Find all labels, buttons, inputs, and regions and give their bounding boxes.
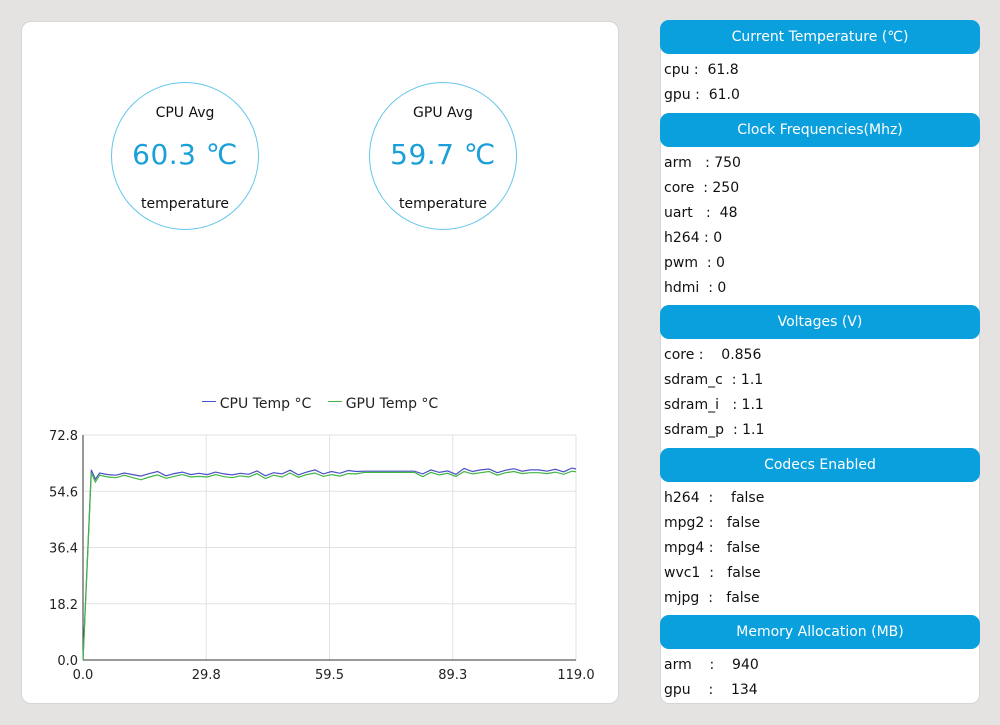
stat-row: sdram_p : 1.1 [664,422,765,438]
y-tick-label: 0.0 [57,654,78,669]
x-tick-label: 59.5 [315,668,344,683]
stat-row: core : 0.856 [664,347,762,363]
stat-row: mpg2 : false [664,514,761,531]
stat-row: gpu : 134 [664,682,758,698]
temperature-line-chart: 0.0 18.2 36.4 54.6 72.8 0.0 29.8 59.5 89.3 119.0 [49,429,595,683]
stat-row: core : 250 [664,179,740,196]
stat-row: h264 : 0 [664,229,723,246]
stat-row: arm : 750 [664,154,741,171]
x-tick-label: 89.3 [438,668,467,683]
y-tick-label: 72.8 [49,429,78,444]
y-tick-label: 54.6 [49,485,78,500]
stat-row: mpg4 : false [664,539,761,556]
y-tick-label: 18.2 [49,598,78,613]
stat-row: pwm : 0 [664,254,725,271]
section-header: Current Temperature (℃) [660,20,980,54]
stat-row: wvc1 : false [664,564,761,581]
section-header: Codecs Enabled [660,447,980,482]
section-header: Clock Frequencies(Mhz) [660,112,980,147]
stat-row: arm : 940 [664,657,759,673]
x-tick-label: 119.0 [557,668,594,683]
stats-panel: Current Temperature (℃) cpu : 61.8 gpu : 6… [660,20,980,704]
stat-row: hdmi : 0 [664,279,727,296]
stat-row: sdram_c : 1.1 [664,372,764,388]
stat-row: mjpg : false [664,589,760,606]
section-header: Memory Allocation (MB) [660,615,980,649]
stat-row: gpu : 61.0 [664,87,740,103]
stat-row: sdram_i : 1.1 [664,397,764,413]
stat-row: uart : 48 [664,204,738,221]
stat-row: cpu : 61.8 [664,62,739,78]
y-tick-label: 36.4 [49,542,78,557]
section-header: Voltages (V) [660,305,980,339]
chart-card: CPU Avg 60.3 ℃ temperature GPU Avg 59.7 … [21,21,619,704]
x-tick-label: 29.8 [192,668,221,683]
stat-row: h264 : false [664,489,765,506]
x-tick-label: 0.0 [73,668,94,683]
